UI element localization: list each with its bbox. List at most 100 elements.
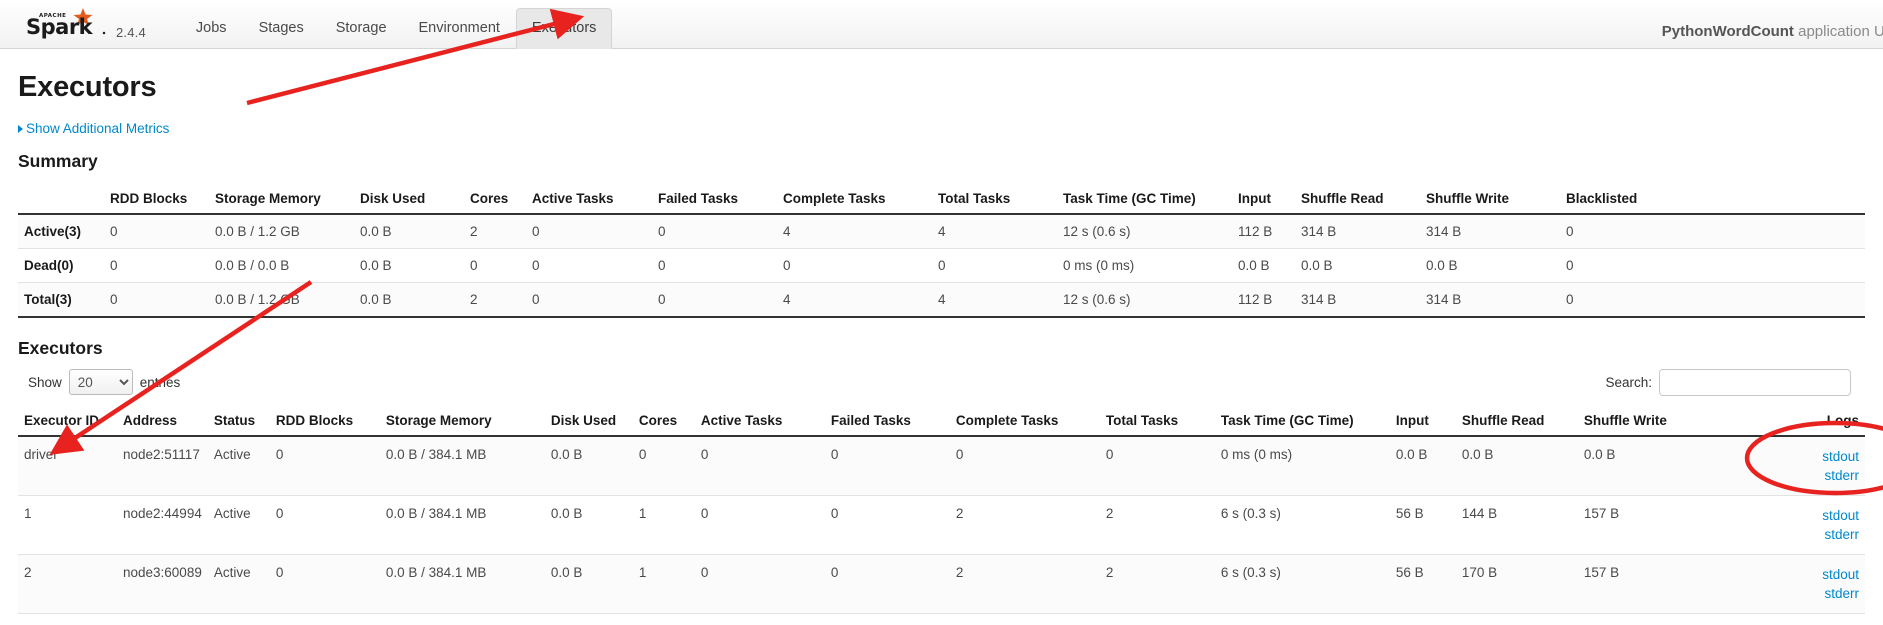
summary-row-label: Dead(0) [18, 248, 104, 283]
show-additional-metrics-toggle[interactable]: Show Additional Metrics [18, 121, 169, 136]
exec-cell-rdd-blocks: 0 [269, 435, 380, 496]
application-name-suffix: application UI [1798, 23, 1883, 40]
exec-col-address[interactable]: Address [117, 404, 208, 437]
exec-col-shuffle-read[interactable]: Shuffle Read [1455, 404, 1578, 437]
summary-table-head: RDD Blocks Storage Memory Disk Used Core… [18, 182, 1865, 215]
exec-col-total-tasks[interactable]: Total Tasks [1099, 404, 1215, 437]
summary-col-complete-tasks: Complete Tasks [777, 182, 932, 215]
exec-col-executor-id[interactable]: Executor ID [18, 404, 117, 437]
exec-col-complete-tasks[interactable]: Complete Tasks [949, 404, 1100, 437]
summary-cell-cores: 0 [464, 248, 526, 283]
exec-cell-shuffle-read: 0.0 B [1455, 435, 1578, 496]
exec-cell-storage-memory: 0.0 B / 384.1 MB [379, 435, 545, 496]
summary-cell-task-time: 0 ms (0 ms) [1057, 248, 1232, 283]
exec-col-cores[interactable]: Cores [632, 404, 695, 437]
exec-cell-input: 56 B [1389, 554, 1456, 614]
summary-cell-input: 112 B [1232, 213, 1295, 249]
exec-cell-input: 56 B [1389, 495, 1456, 555]
exec-cell-input: 0.0 B [1389, 435, 1456, 496]
stderr-link[interactable]: stderr [1702, 584, 1859, 603]
exec-col-failed-tasks[interactable]: Failed Tasks [824, 404, 950, 437]
summary-header-row: RDD Blocks Storage Memory Disk Used Core… [18, 182, 1865, 215]
exec-cell-complete-tasks: 2 [949, 554, 1100, 614]
exec-cell-rdd-blocks: 0 [269, 495, 380, 555]
exec-cell-address: node2:51117 [117, 435, 208, 496]
exec-cell-executor-id: 2 [18, 554, 117, 614]
exec-cell-shuffle-write: 157 B [1577, 554, 1696, 614]
exec-col-status[interactable]: Status [207, 404, 270, 437]
summary-cell-shuffle-read: 314 B [1295, 213, 1420, 249]
entries-per-page-select[interactable]: 20 40 60 100 [68, 369, 133, 395]
summary-cell-shuffle-read: 0.0 B [1295, 248, 1420, 283]
summary-cell-rdd-blocks: 0 [104, 282, 209, 318]
exec-cell-disk-used: 0.0 B [544, 435, 633, 496]
page-title: Executors [18, 71, 157, 103]
nav-tab-stages[interactable]: Stages [243, 8, 320, 49]
summary-col-blacklisted: Blacklisted [1560, 182, 1865, 215]
exec-col-input[interactable]: Input [1389, 404, 1456, 437]
exec-col-shuffle-write[interactable]: Shuffle Write [1577, 404, 1696, 437]
summary-cell-cores: 2 [464, 213, 526, 249]
exec-cell-disk-used: 0.0 B [544, 495, 633, 555]
page-content: Executors Show Additional Metrics Summar… [0, 71, 1883, 625]
exec-col-disk-used[interactable]: Disk Used [544, 404, 633, 437]
summary-cell-storage-memory: 0.0 B / 0.0 B [209, 248, 354, 283]
summary-row-label: Total(3) [18, 282, 104, 318]
search-input[interactable] [1659, 368, 1851, 396]
summary-cell-cores: 2 [464, 282, 526, 318]
exec-col-logs[interactable]: Logs [1695, 404, 1865, 437]
exec-cell-logs: stdout stderr [1695, 435, 1865, 496]
exec-col-task-time[interactable]: Task Time (GC Time) [1214, 404, 1390, 437]
summary-cell-shuffle-write: 314 B [1420, 213, 1560, 249]
summary-cell-storage-memory: 0.0 B / 1.2 GB [209, 213, 354, 249]
svg-text:APACHE: APACHE [39, 13, 66, 19]
summary-cell-input: 112 B [1232, 282, 1295, 318]
summary-cell-blacklisted: 0 [1560, 248, 1865, 283]
summary-cell-task-time: 12 s (0.6 s) [1057, 213, 1232, 249]
summary-col-rdd-blocks: RDD Blocks [104, 182, 209, 215]
exec-cell-logs: stdout stderr [1695, 495, 1865, 555]
stderr-link[interactable]: stderr [1702, 525, 1859, 544]
exec-cell-cores: 1 [632, 554, 695, 614]
stdout-link[interactable]: stdout [1702, 565, 1859, 584]
exec-cell-cores: 1 [632, 495, 695, 555]
exec-cell-shuffle-read: 170 B [1455, 554, 1578, 614]
summary-cell-active-tasks: 0 [526, 213, 652, 249]
summary-cell-complete-tasks: 0 [777, 248, 932, 283]
summary-col-shuffle-read: Shuffle Read [1295, 182, 1420, 215]
table-row: 2 node3:60089 Active 0 0.0 B / 384.1 MB … [18, 554, 1865, 614]
stdout-link[interactable]: stdout [1702, 447, 1859, 466]
exec-cell-failed-tasks: 0 [824, 495, 950, 555]
caret-right-icon [18, 124, 23, 133]
stderr-link[interactable]: stderr [1702, 466, 1859, 485]
nav-tab-storage[interactable]: Storage [320, 8, 403, 49]
exec-col-storage-memory[interactable]: Storage Memory [379, 404, 545, 437]
summary-cell-active-tasks: 0 [526, 282, 652, 318]
exec-cell-active-tasks: 0 [694, 495, 825, 555]
exec-cell-storage-memory: 0.0 B / 384.1 MB [379, 495, 545, 555]
summary-cell-failed-tasks: 0 [652, 248, 777, 283]
summary-col-failed-tasks: Failed Tasks [652, 182, 777, 215]
nav-tab-environment[interactable]: Environment [403, 8, 516, 49]
stdout-link[interactable]: stdout [1702, 506, 1859, 525]
exec-col-rdd-blocks[interactable]: RDD Blocks [269, 404, 380, 437]
summary-cell-total-tasks: 0 [932, 248, 1057, 283]
nav-tab-jobs[interactable]: Jobs [180, 8, 243, 49]
spark-logo-icon: Spark APACHE [26, 8, 106, 39]
exec-cell-total-tasks: 2 [1099, 495, 1215, 555]
nav-tab-executors[interactable]: Executors [515, 8, 613, 49]
exec-cell-executor-id: driver [18, 435, 117, 496]
exec-cell-task-time: 6 s (0.3 s) [1214, 554, 1390, 614]
exec-cell-address: node2:44994 [117, 495, 208, 555]
summary-col-storage-memory: Storage Memory [209, 182, 354, 215]
summary-cell-rdd-blocks: 0 [104, 213, 209, 249]
summary-col-disk-used: Disk Used [354, 182, 464, 215]
show-label: Show [28, 374, 62, 390]
exec-cell-active-tasks: 0 [694, 554, 825, 614]
application-name: PythonWordCount application UI [1662, 23, 1883, 40]
exec-col-active-tasks[interactable]: Active Tasks [694, 404, 825, 437]
exec-cell-shuffle-read: 144 B [1455, 495, 1578, 555]
spark-brand[interactable]: Spark APACHE 2.4.4 [0, 0, 146, 48]
exec-cell-task-time: 0 ms (0 ms) [1214, 435, 1390, 496]
main-nav-tabs: Jobs Stages Storage Environment Executor… [180, 0, 613, 49]
